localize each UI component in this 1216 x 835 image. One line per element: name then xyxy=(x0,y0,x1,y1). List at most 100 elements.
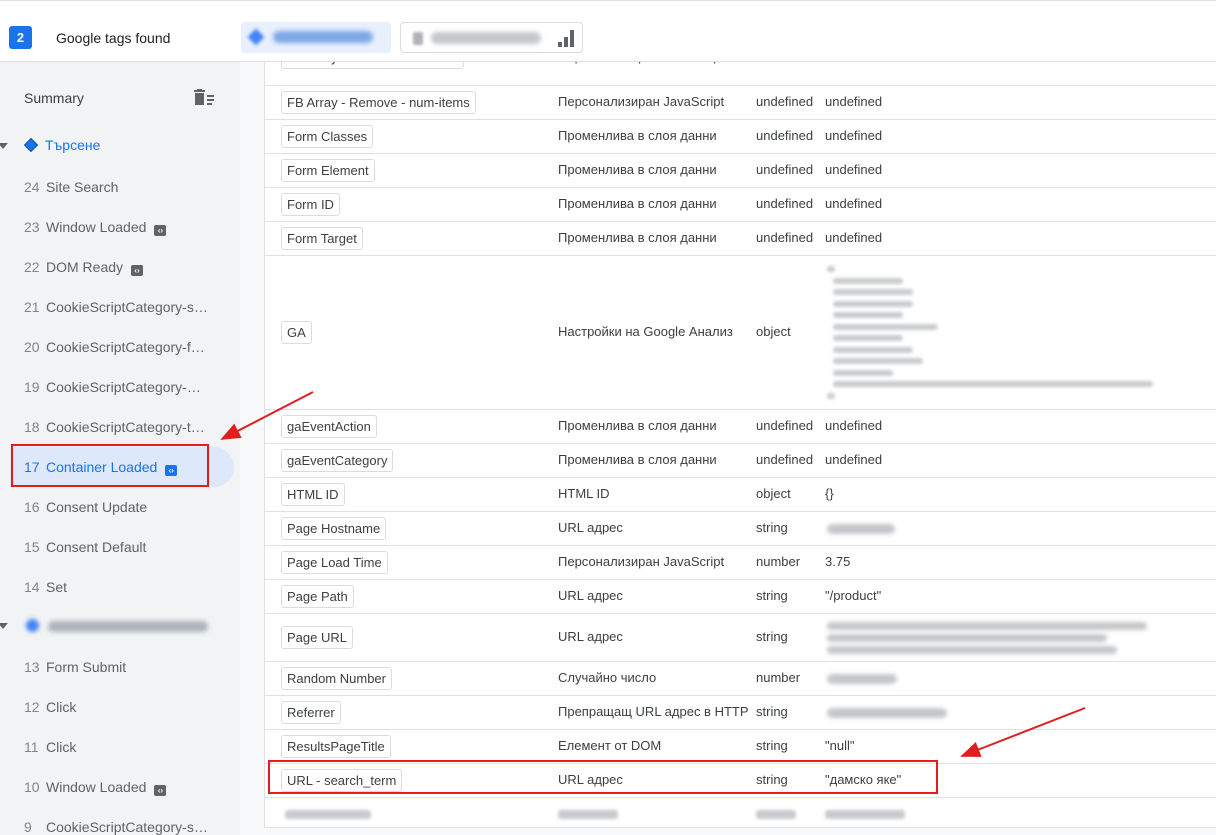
event-item-10[interactable]: 10 Window Loaded ‹› xyxy=(0,767,240,807)
variables-table: FB Array - Remove - contents Персонализир… xyxy=(264,62,1216,828)
event-label: Consent Default xyxy=(46,539,146,555)
event-label-text: Consent Update xyxy=(46,499,148,515)
variable-name-chip[interactable]: gaEventAction xyxy=(281,415,377,438)
event-item-24[interactable]: 24 Site Search xyxy=(0,167,240,207)
redacted-value xyxy=(827,708,947,718)
event-label: Form Submit xyxy=(46,659,126,675)
event-label: Set xyxy=(46,579,67,595)
variables-panel: FB Array - Remove - contents Персонализир… xyxy=(240,62,1216,835)
search-term-row-highlight xyxy=(268,760,938,794)
redacted-value xyxy=(827,646,1117,654)
redacted-text xyxy=(756,810,796,819)
event-number: 22 xyxy=(24,259,40,275)
redacted-value xyxy=(827,634,1107,642)
event-item-15[interactable]: 15 Consent Default xyxy=(0,527,240,567)
event-number: 10 xyxy=(24,779,40,795)
redacted-object-line xyxy=(833,335,903,341)
event-item-23[interactable]: 23 Window Loaded ‹› xyxy=(0,207,240,247)
variable-name-chip[interactable]: GA xyxy=(281,321,312,344)
variable-type: HTML ID xyxy=(558,486,610,501)
variable-value: undefined xyxy=(825,62,882,64)
redacted-object-line xyxy=(833,358,923,364)
event-group-search[interactable]: Търсене xyxy=(23,137,100,153)
variable-name-chip[interactable]: gaEventCategory xyxy=(281,449,394,472)
variable-value: undefined xyxy=(825,230,883,245)
event-item-20[interactable]: 20 CookieScriptCategory-f… xyxy=(0,327,240,367)
event-label-text: Site Search xyxy=(46,179,119,195)
ga-measurement-chip[interactable] xyxy=(400,22,583,53)
variable-name-chip[interactable]: Form Target xyxy=(281,227,363,250)
variable-row: Random Number Случайно число number xyxy=(265,662,1216,696)
event-label-text: Window Loaded xyxy=(46,219,147,235)
variable-row: FB Array - Remove - contents Персонализир… xyxy=(265,62,1216,86)
event-item-22[interactable]: 22 DOM Ready ‹› xyxy=(0,247,240,287)
variable-return-type: undefined xyxy=(756,418,814,433)
redacted-page-title xyxy=(48,621,208,632)
event-label: Window Loaded ‹› xyxy=(46,219,167,236)
variable-type: Настройки на Google Анализ xyxy=(558,324,733,339)
event-item-12[interactable]: 12 Click xyxy=(0,687,240,727)
redacted-object-line xyxy=(827,266,835,272)
variable-name-chip[interactable]: Page URL xyxy=(281,626,353,649)
redacted-value xyxy=(827,622,1147,630)
redacted-container-id xyxy=(273,31,373,43)
variable-type: URL адрес xyxy=(558,588,623,603)
event-label-text: CookieScriptCategory-… xyxy=(46,379,201,395)
event-item-9[interactable]: 9 CookieScriptCategory-s… xyxy=(0,807,240,835)
variable-name-chip[interactable]: Form Element xyxy=(281,159,375,182)
gtm-container-chip[interactable] xyxy=(241,22,391,53)
event-label: CookieScriptCategory-t… xyxy=(46,419,205,435)
variable-name-chip[interactable]: FB Array - Remove - contents xyxy=(281,62,465,69)
variable-name-chip[interactable]: FB Array - Remove - num-items xyxy=(281,91,476,114)
event-label: CookieScriptCategory-s… xyxy=(46,819,208,835)
redacted-object-line xyxy=(833,323,938,330)
collapse-arrow-icon[interactable] xyxy=(0,143,8,149)
gtm-diamond-icon xyxy=(23,137,39,153)
variable-type: Персонализиран JavaScript xyxy=(558,62,724,64)
variable-row: Page Hostname URL адрес string xyxy=(265,512,1216,546)
event-item-14[interactable]: 14 Set xyxy=(0,567,240,607)
analytics-bars-icon xyxy=(558,30,574,47)
redacted-object-line xyxy=(833,289,913,295)
code-api-icon: ‹› xyxy=(131,265,144,276)
variable-name-chip[interactable]: Page Hostname xyxy=(281,517,387,540)
variable-name-chip[interactable]: HTML ID xyxy=(281,483,345,506)
clear-list-icon[interactable] xyxy=(193,89,215,107)
event-label: Site Search xyxy=(46,179,118,195)
event-item-19[interactable]: 19 CookieScriptCategory-… xyxy=(0,367,240,407)
variable-name-chip[interactable]: Random Number xyxy=(281,667,392,690)
variable-row: Form Classes Променлива в слоя данни undef… xyxy=(265,120,1216,154)
variable-name-chip[interactable]: ResultsPageTitle xyxy=(281,735,391,758)
event-number: 21 xyxy=(24,299,40,315)
variable-return-type: undefined xyxy=(756,162,814,177)
variable-name-chip[interactable]: Form ID xyxy=(281,193,340,216)
variable-return-type: string xyxy=(756,520,788,535)
variable-name-chip[interactable]: Page Load Time xyxy=(281,551,388,574)
code-api-icon: ‹› xyxy=(154,225,167,236)
event-item-11[interactable]: 11 Click xyxy=(0,727,240,767)
variable-value: undefined xyxy=(825,196,883,211)
redacted-object-line xyxy=(827,392,835,399)
variable-name-chip[interactable]: Referrer xyxy=(281,701,341,724)
event-item-16[interactable]: 16 Consent Update xyxy=(0,487,240,527)
event-label: Click xyxy=(46,739,76,755)
variable-row: GA Настройки на Google Анализ object xyxy=(265,256,1216,410)
variable-type: Променлива в слоя данни xyxy=(558,162,717,177)
event-item-13[interactable]: 13 Form Submit xyxy=(0,647,240,687)
event-label-text: Consent Default xyxy=(46,539,147,555)
variable-value: "/product" xyxy=(825,588,882,603)
event-number: 13 xyxy=(24,659,40,675)
event-number: 16 xyxy=(24,499,40,515)
event-label-text: Click xyxy=(46,699,77,715)
variable-return-type: undefined xyxy=(756,452,814,467)
variable-row: gaEventCategory Променлива в слоя данни un… xyxy=(265,444,1216,478)
event-label-text: Window Loaded xyxy=(46,779,147,795)
variable-name-chip[interactable]: Page Path xyxy=(281,585,354,608)
event-item-18[interactable]: 18 CookieScriptCategory-t… xyxy=(0,407,240,447)
event-number: 24 xyxy=(24,179,40,195)
event-item-21[interactable]: 21 CookieScriptCategory-s… xyxy=(0,287,240,327)
redacted-text xyxy=(285,810,371,819)
summary-item[interactable]: Summary xyxy=(24,90,84,106)
variable-name-chip[interactable]: Form Classes xyxy=(281,125,374,148)
collapse-arrow-icon[interactable] xyxy=(0,623,8,629)
